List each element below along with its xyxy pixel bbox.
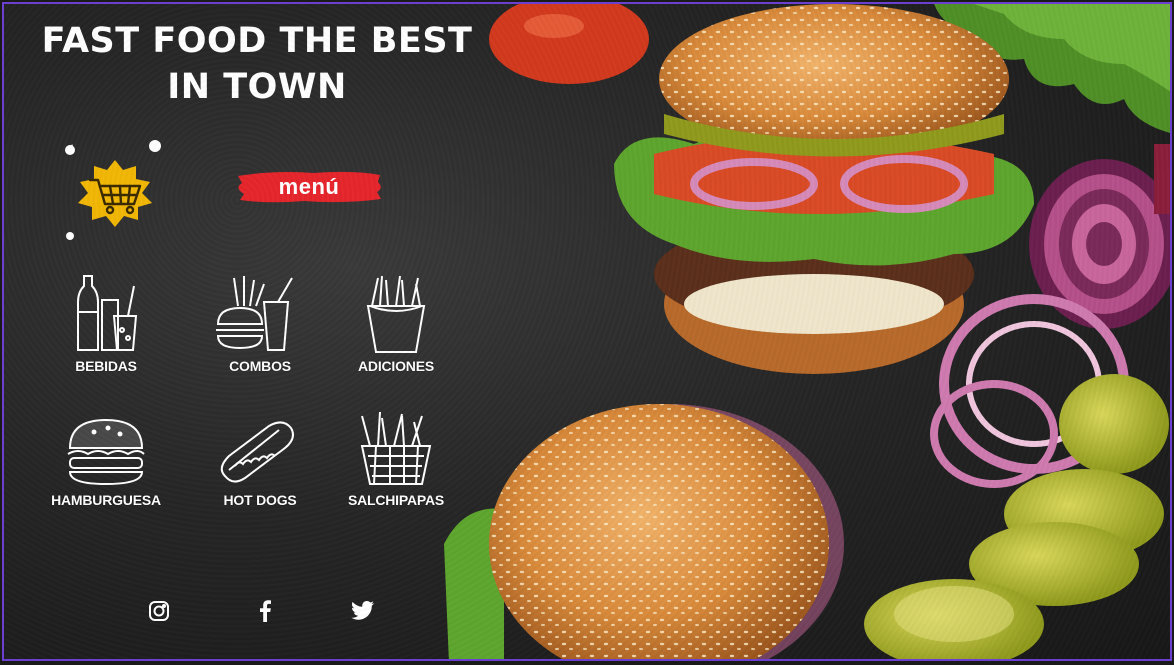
shopping-cart-icon[interactable] — [60, 138, 170, 246]
instagram-link[interactable] — [146, 598, 172, 624]
category-label: HOT DOGS — [223, 492, 297, 508]
combo-icon — [216, 276, 293, 351]
fries-icon — [366, 275, 426, 353]
page-frame: FAST FOOD THE BEST IN TOWN menú BEBIDAS … — [2, 2, 1172, 661]
hotdog-icon — [220, 421, 294, 483]
category-label: BEBIDAS — [75, 358, 137, 374]
category-hamburguesa[interactable]: HAMBURGUESA — [46, 416, 166, 508]
facebook-icon — [260, 600, 271, 622]
category-adiciones[interactable]: ADICIONES — [336, 272, 456, 374]
page-title: FAST FOOD THE BEST IN TOWN — [22, 18, 492, 110]
category-combos[interactable]: COMBOS — [200, 272, 320, 374]
menu-button[interactable]: menú — [234, 170, 384, 204]
twitter-icon — [351, 601, 375, 620]
twitter-link[interactable] — [350, 598, 376, 624]
category-label: COMBOS — [229, 358, 291, 374]
title-line-2: IN TOWN — [167, 67, 347, 107]
category-hot-dogs[interactable]: HOT DOGS — [200, 416, 320, 508]
category-label: HAMBURGUESA — [51, 492, 161, 508]
drinks-icon — [77, 275, 138, 351]
burger-photo — [444, 4, 1170, 659]
category-salchipapas[interactable]: SALCHIPAPAS — [336, 406, 456, 508]
basket-fries-icon — [360, 411, 432, 485]
burger-icon — [67, 418, 145, 486]
category-bebidas[interactable]: BEBIDAS — [46, 272, 166, 374]
instagram-icon — [149, 601, 169, 621]
facebook-link[interactable] — [252, 598, 278, 624]
category-label: SALCHIPAPAS — [347, 492, 445, 508]
category-label: ADICIONES — [358, 358, 434, 374]
menu-label: menú — [278, 174, 340, 199]
title-line-1: FAST FOOD THE BEST — [41, 21, 473, 61]
